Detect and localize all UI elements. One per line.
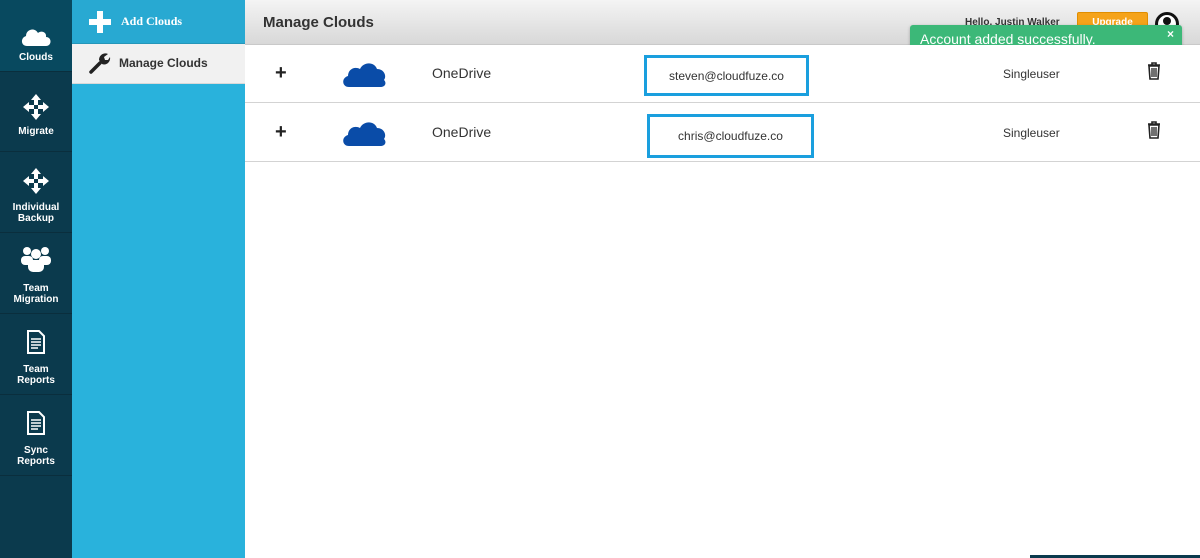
wrench-icon xyxy=(89,53,111,74)
onedrive-cloud-icon xyxy=(343,63,386,87)
manage-clouds-button[interactable]: Manage Clouds xyxy=(72,44,245,84)
expand-button[interactable]: + xyxy=(275,63,287,83)
add-clouds-button[interactable]: Add Clouds xyxy=(72,0,245,44)
clouds-submenu: Add Clouds Manage Clouds xyxy=(72,0,245,558)
account-type: Singleuser xyxy=(1003,126,1060,140)
trash-icon[interactable] xyxy=(1147,121,1161,139)
trash-icon[interactable] xyxy=(1147,62,1161,80)
nav-item-clouds[interactable]: Clouds xyxy=(0,0,72,72)
nav-item-individual-backup[interactable]: Individual Backup xyxy=(0,152,72,233)
nav-label: Team Reports xyxy=(17,364,55,386)
nav-label: Individual Backup xyxy=(12,202,60,224)
add-clouds-label: Add Clouds xyxy=(121,14,183,28)
account-email: chris@cloudfuze.co xyxy=(678,129,783,143)
nav-label: Sync Reports xyxy=(17,445,55,467)
manage-clouds-label: Manage Clouds xyxy=(119,56,208,70)
close-icon[interactable]: × xyxy=(1167,27,1174,41)
account-email: steven@cloudfuze.co xyxy=(669,68,784,83)
table-row: + OneDrive chris@cloudfuze.co Singleuser xyxy=(245,104,1200,162)
nav-label: Clouds xyxy=(19,52,53,63)
nav-item-team-migration[interactable]: Team Migration xyxy=(0,233,72,314)
move-arrows-icon xyxy=(23,94,49,120)
user-icon xyxy=(1163,17,1171,25)
cloud-name: OneDrive xyxy=(432,124,492,140)
page-title: Manage Clouds xyxy=(263,14,374,31)
left-navigation: Clouds Migrate Individual Backup Team Mi… xyxy=(0,0,72,558)
team-icon xyxy=(21,247,51,272)
nav-label: Team Migration xyxy=(13,283,59,305)
table-row: + OneDrive steven@cloudfuze.co Singleuse… xyxy=(245,45,1200,103)
email-highlight-box: chris@cloudfuze.co xyxy=(647,114,814,158)
nav-label: Migrate xyxy=(18,126,54,137)
report-icon xyxy=(27,330,45,354)
app-window: Clouds Migrate Individual Backup Team Mi… xyxy=(0,0,1200,558)
report-icon xyxy=(27,411,45,435)
expand-button[interactable]: + xyxy=(275,122,287,142)
account-type: Singleuser xyxy=(1003,67,1060,81)
cloud-name: OneDrive xyxy=(432,65,492,81)
onedrive-cloud-icon xyxy=(343,122,386,146)
plus-icon xyxy=(89,10,111,33)
nav-item-migrate[interactable]: Migrate xyxy=(0,72,72,152)
email-highlight-box: steven@cloudfuze.co xyxy=(644,55,809,96)
move-arrows-icon xyxy=(23,168,49,194)
nav-item-sync-reports[interactable]: Sync Reports xyxy=(0,395,72,476)
nav-item-team-reports[interactable]: Team Reports xyxy=(0,314,72,395)
cloud-icon xyxy=(21,29,51,46)
